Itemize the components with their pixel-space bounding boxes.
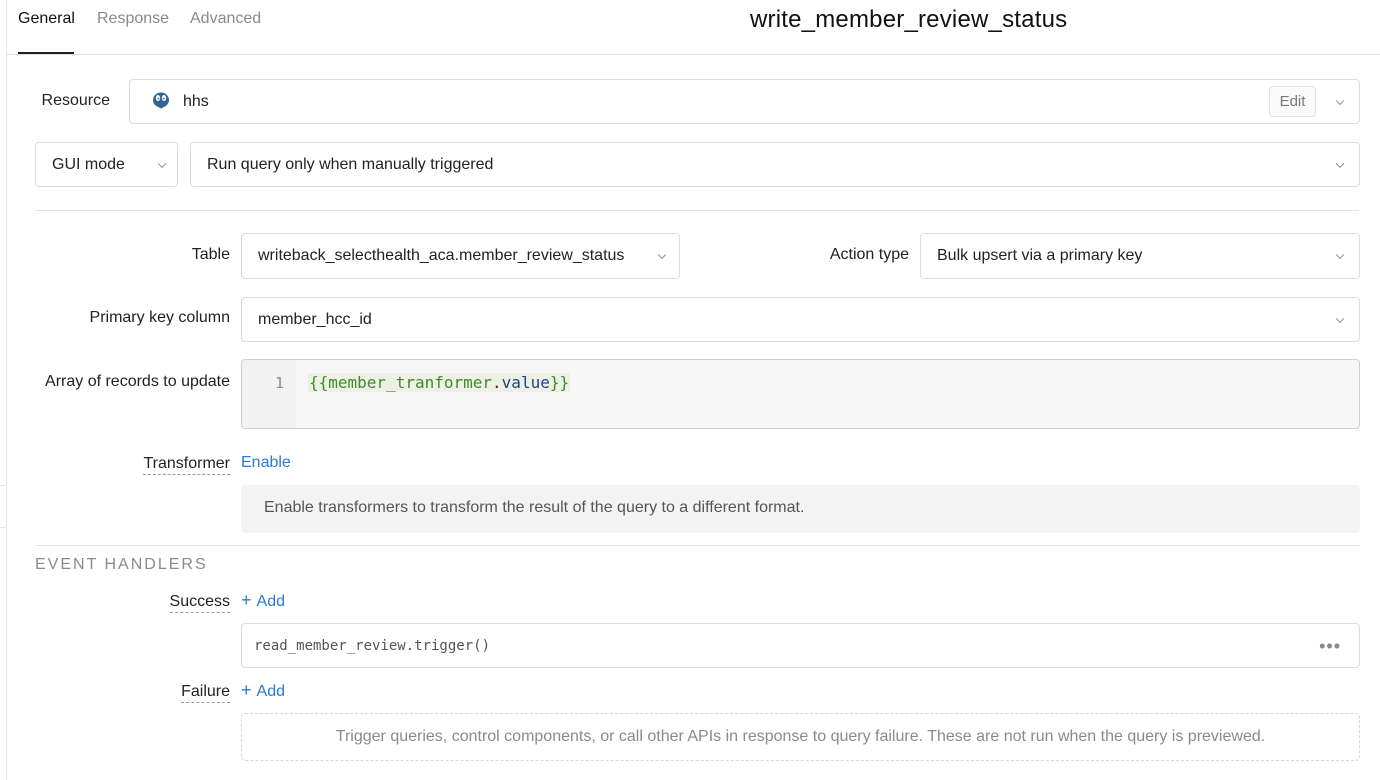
line-number: 1 xyxy=(274,374,284,392)
primary-key-value: member_hcc_id xyxy=(258,310,372,328)
chevron-down-icon xyxy=(1335,250,1345,260)
transformer-info: Enable transformers to transform the res… xyxy=(241,485,1360,533)
mode-value: GUI mode xyxy=(52,155,125,173)
action-type-label: Action type xyxy=(829,246,909,263)
add-label: Add xyxy=(256,683,285,700)
active-tab-indicator xyxy=(18,52,74,54)
add-failure-handler-button[interactable]: + Add xyxy=(241,680,285,701)
panel-left-stub xyxy=(0,527,6,528)
table-select[interactable]: writeback_selecthealth_aca.member_review… xyxy=(241,233,680,279)
chevron-down-icon xyxy=(1335,314,1345,323)
primary-key-select[interactable]: member_hcc_id xyxy=(241,297,1360,342)
query-name-title[interactable]: write_member_review_status xyxy=(750,6,1067,34)
failure-label: Failure xyxy=(181,683,230,703)
code-line: {{member_tranformer.value}} xyxy=(308,373,571,392)
more-options-icon[interactable]: ••• xyxy=(1319,636,1341,657)
chevron-down-icon xyxy=(157,159,167,168)
tab-general[interactable]: General xyxy=(18,10,75,28)
handler-code: read_member_review.trigger() xyxy=(254,638,491,654)
divider xyxy=(35,210,1359,211)
edit-resource-button[interactable]: Edit xyxy=(1269,86,1316,117)
code-dot: . xyxy=(492,373,502,392)
success-handler-item[interactable]: read_member_review.trigger() ••• xyxy=(241,623,1360,668)
add-success-handler-button[interactable]: + Add xyxy=(241,590,285,611)
action-type-select[interactable]: Bulk upsert via a primary key xyxy=(920,233,1360,279)
primary-key-label: Primary key column xyxy=(89,309,230,326)
trigger-select[interactable]: Run query only when manually triggered xyxy=(190,142,1360,187)
mode-select[interactable]: GUI mode xyxy=(35,142,178,187)
chevron-down-icon xyxy=(657,250,667,260)
enable-transformer-link[interactable]: Enable xyxy=(241,454,291,472)
editor-gutter: 1 xyxy=(242,360,296,428)
action-type-value: Bulk upsert via a primary key xyxy=(937,247,1143,264)
resource-label: Resource xyxy=(41,92,110,109)
chevron-down-icon xyxy=(1335,159,1345,168)
panel-left-stub xyxy=(0,485,6,486)
divider xyxy=(35,545,1359,546)
add-label: Add xyxy=(256,593,285,610)
tab-response[interactable]: Response xyxy=(97,10,169,28)
code-open-brace: {{ xyxy=(309,373,329,392)
chevron-down-icon xyxy=(1335,96,1345,105)
records-code-editor[interactable]: 1 {{member_tranformer.value}} xyxy=(241,359,1360,429)
transformer-info-text: Enable transformers to transform the res… xyxy=(264,499,805,516)
resource-select[interactable]: hhs Edit xyxy=(129,79,1360,124)
resource-value: hhs xyxy=(183,92,209,110)
code-variable: member_tranformer xyxy=(328,373,493,392)
success-label: Success xyxy=(169,593,230,613)
plus-icon: + xyxy=(241,590,252,610)
code-close-brace: }} xyxy=(549,373,570,392)
tab-bar: General Response Advanced xyxy=(6,0,1380,55)
records-label: Array of records to update xyxy=(45,373,230,390)
tab-advanced[interactable]: Advanced xyxy=(190,10,261,28)
failure-empty-text: Trigger queries, control components, or … xyxy=(335,728,1266,745)
event-handlers-heading: EVENT HANDLERS xyxy=(35,556,208,573)
table-value: writeback_selecthealth_aca.member_review… xyxy=(258,247,625,264)
transformer-label: Transformer xyxy=(143,455,230,475)
plus-icon: + xyxy=(241,680,252,700)
postgresql-icon xyxy=(153,92,169,109)
code-property: value xyxy=(501,373,550,392)
table-label: Table xyxy=(191,246,230,263)
failure-handlers-empty: Trigger queries, control components, or … xyxy=(241,713,1360,761)
trigger-value: Run query only when manually triggered xyxy=(207,155,494,173)
panel-left-border xyxy=(6,0,7,780)
